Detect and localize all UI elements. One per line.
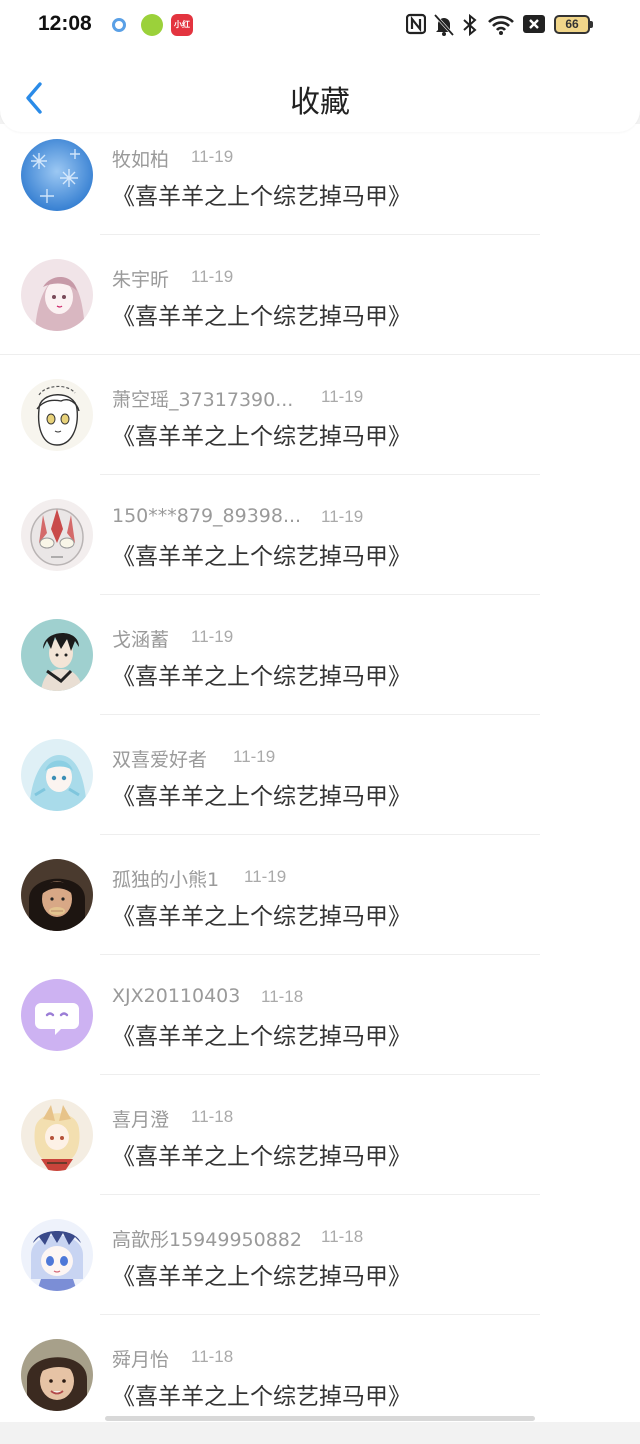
divider: [100, 714, 540, 715]
divider: [100, 1074, 540, 1075]
username: 萧空瑶_37317390...: [112, 389, 294, 411]
status-bar: 12:08 小红书 66: [0, 0, 640, 51]
favorite-date: 11-19: [244, 867, 287, 886]
divider: [100, 954, 540, 955]
list-item[interactable]: 双喜爱好者 11-19 《喜羊羊之上个综艺掉马甲》: [0, 724, 640, 844]
favorite-date: 11-19: [321, 507, 364, 526]
list-item[interactable]: XJX20110403 11-18 《喜羊羊之上个综艺掉马甲》: [0, 964, 640, 1084]
username: 高歆彤15949950882: [112, 1229, 302, 1251]
divider: [100, 834, 540, 835]
list-item[interactable]: 舜月怡 11-18 《喜羊羊之上个综艺掉马甲》: [0, 1324, 640, 1444]
divider: [100, 1194, 540, 1195]
work-title[interactable]: 《喜羊羊之上个综艺掉马甲》: [112, 657, 411, 691]
list-item[interactable]: 萧空瑶_37317390... 11-19 《喜羊羊之上个综艺掉马甲》: [0, 364, 640, 484]
favorite-date: 11-18: [321, 1227, 364, 1246]
avatar[interactable]: [21, 1339, 93, 1411]
list-item[interactable]: 牧如柏 11-19 《喜羊羊之上个综艺掉马甲》: [0, 124, 640, 244]
work-title[interactable]: 《喜羊羊之上个综艺掉马甲》: [112, 777, 411, 811]
mute-bell-icon: [433, 13, 455, 37]
favorite-date: 11-18: [191, 1347, 234, 1366]
divider: [100, 234, 540, 235]
work-title[interactable]: 《喜羊羊之上个综艺掉马甲》: [112, 1257, 411, 1291]
list-item[interactable]: 高歆彤15949950882 11-18 《喜羊羊之上个综艺掉马甲》: [0, 1204, 640, 1324]
avatar[interactable]: [21, 139, 93, 211]
list-item[interactable]: 150***879_89398... 11-19 《喜羊羊之上个综艺掉马甲》: [0, 484, 640, 604]
status-time: 12:08: [38, 12, 92, 35]
avatar[interactable]: [21, 1219, 93, 1291]
avatar[interactable]: [21, 259, 93, 331]
avatar[interactable]: [21, 619, 93, 691]
favorite-date: 11-19: [191, 147, 234, 166]
avatar[interactable]: [21, 739, 93, 811]
username: XJX20110403: [112, 985, 241, 1007]
username: 舜月怡: [112, 1349, 170, 1371]
home-indicator[interactable]: [105, 1416, 535, 1421]
work-title[interactable]: 《喜羊羊之上个综艺掉马甲》: [112, 297, 411, 331]
favorite-date: 11-19: [191, 627, 234, 646]
username: 双喜爱好者: [112, 749, 208, 771]
avatar[interactable]: [21, 1099, 93, 1171]
favorites-list: 牧如柏 11-19 《喜羊羊之上个综艺掉马甲》 朱宇昕 11-19 《喜羊羊之上…: [0, 124, 640, 1422]
username: 牧如柏: [112, 149, 170, 171]
favorite-date: 11-18: [261, 987, 304, 1006]
work-title[interactable]: 《喜羊羊之上个综艺掉马甲》: [112, 897, 411, 931]
username: 朱宇昕: [112, 269, 170, 291]
divider: [100, 1314, 540, 1315]
nfc-icon: [406, 13, 426, 35]
avatar[interactable]: [21, 979, 93, 1051]
wifi-icon: [488, 15, 514, 35]
avatar[interactable]: [21, 379, 93, 451]
top-nav-bar: 收藏: [0, 50, 640, 132]
xiaohongshu-app-icon: 小红书: [171, 14, 193, 51]
work-title[interactable]: 《喜羊羊之上个综艺掉马甲》: [112, 1377, 411, 1411]
list-item[interactable]: 孤独的小熊1 11-19 《喜羊羊之上个综艺掉马甲》: [0, 844, 640, 964]
work-title[interactable]: 《喜羊羊之上个综艺掉马甲》: [112, 537, 411, 571]
settings-app-icon: [112, 18, 126, 32]
kid-app-icon: [141, 14, 163, 36]
list-item[interactable]: 戈涵蓄 11-19 《喜羊羊之上个综艺掉马甲》: [0, 604, 640, 724]
username: 孤独的小熊1: [112, 869, 220, 891]
list-item[interactable]: 喜月澄 11-18 《喜羊羊之上个综艺掉马甲》: [0, 1084, 640, 1204]
avatar[interactable]: [21, 859, 93, 931]
username: 戈涵蓄: [112, 629, 170, 651]
favorite-date: 11-19: [233, 747, 276, 766]
username: 喜月澄: [112, 1109, 170, 1131]
divider: [100, 594, 540, 595]
username: 150***879_89398...: [112, 505, 302, 527]
work-title[interactable]: 《喜羊羊之上个综艺掉马甲》: [112, 417, 411, 451]
favorite-date: 11-18: [191, 1107, 234, 1126]
battery-level: 66: [554, 15, 593, 34]
work-title[interactable]: 《喜羊羊之上个综艺掉马甲》: [112, 177, 411, 211]
favorite-date: 11-19: [321, 387, 364, 406]
divider: [100, 474, 540, 475]
list-item[interactable]: 朱宇昕 11-19 《喜羊羊之上个综艺掉马甲》: [0, 244, 640, 364]
avatar[interactable]: [21, 499, 93, 571]
favorite-date: 11-19: [191, 267, 234, 286]
no-signal-icon: [523, 15, 545, 33]
work-title[interactable]: 《喜羊羊之上个综艺掉马甲》: [112, 1137, 411, 1171]
divider: [0, 354, 640, 355]
work-title[interactable]: 《喜羊羊之上个综艺掉马甲》: [112, 1017, 411, 1051]
bluetooth-icon: [463, 13, 477, 37]
page-title: 收藏: [290, 85, 350, 120]
